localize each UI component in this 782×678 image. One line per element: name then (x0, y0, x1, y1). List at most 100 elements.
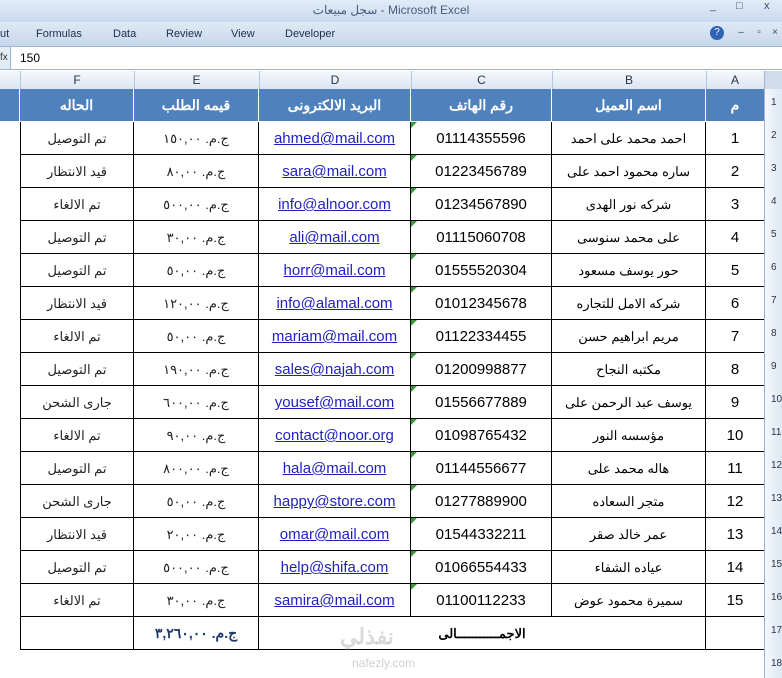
email-link[interactable]: sara@mail.com (259, 155, 411, 188)
value-cell[interactable]: ج.م. ٨٠٠,٠٠ (134, 452, 259, 485)
num-cell[interactable]: 15 (706, 584, 764, 617)
num-cell[interactable]: 5 (706, 254, 764, 287)
value-cell[interactable]: ج.م. ٥٠٠,٠٠ (134, 551, 259, 584)
fx-icon[interactable]: fx (0, 47, 11, 69)
column-header-f[interactable]: F (20, 71, 135, 89)
error-indicator-icon[interactable] (411, 485, 417, 491)
name-cell[interactable]: مريم ابراهيم حسن (552, 320, 706, 353)
ribbon-close-icon[interactable]: × (768, 26, 782, 40)
error-indicator-icon[interactable] (411, 419, 417, 425)
row-header[interactable]: 8 (771, 328, 782, 339)
row-header[interactable]: 18 (771, 658, 782, 669)
status-cell[interactable]: قيد الانتظار (20, 518, 134, 551)
value-cell[interactable]: ج.م. ٥٠٠,٠٠ (134, 188, 259, 221)
tab-layout[interactable]: ut (0, 28, 9, 40)
phone-cell[interactable]: 01277889900 (411, 485, 552, 518)
error-indicator-icon[interactable] (411, 386, 417, 392)
email-link-text[interactable]: sara@mail.com (282, 163, 386, 180)
status-cell[interactable]: تم التوصيل (20, 353, 134, 386)
column-header-e[interactable]: E (134, 71, 260, 89)
status-cell[interactable]: تم الالغاء (20, 419, 134, 452)
column-header-partial[interactable] (0, 71, 21, 89)
value-cell[interactable]: ج.م. ٣٠,٠٠ (134, 221, 259, 254)
num-cell[interactable]: 13 (706, 518, 764, 551)
error-indicator-icon[interactable] (411, 287, 417, 293)
phone-cell[interactable]: 01066554433 (411, 551, 552, 584)
email-link-text[interactable]: hala@mail.com (283, 460, 387, 477)
row-header[interactable]: 16 (771, 592, 782, 603)
row-header[interactable]: 5 (771, 229, 782, 240)
email-link-text[interactable]: info@alamal.com (276, 295, 392, 312)
name-cell[interactable]: احمد محمد على احمد (552, 122, 706, 155)
name-cell[interactable]: على محمد سنوسى (552, 221, 706, 254)
row-header[interactable]: 15 (771, 559, 782, 570)
email-link[interactable]: ali@mail.com (259, 221, 411, 254)
email-link[interactable]: info@alamal.com (259, 287, 411, 320)
status-cell[interactable]: تم الالغاء (20, 584, 134, 617)
row-header[interactable]: 14 (771, 526, 782, 537)
email-link-text[interactable]: happy@store.com (274, 493, 396, 510)
email-link-text[interactable]: ahmed@mail.com (274, 130, 395, 147)
num-cell[interactable]: 6 (706, 287, 764, 320)
total-blank-cell[interactable] (20, 617, 134, 650)
phone-cell[interactable]: 01100112233 (411, 584, 552, 617)
row-header[interactable]: 11 (771, 427, 782, 438)
num-cell[interactable]: 4 (706, 221, 764, 254)
status-cell[interactable]: قيد الانتظار (20, 155, 134, 188)
email-link[interactable]: ahmed@mail.com (259, 122, 411, 155)
email-link-text[interactable]: info@alnoor.com (278, 196, 391, 213)
email-link[interactable]: mariam@mail.com (259, 320, 411, 353)
status-cell[interactable]: تم التوصيل (20, 254, 134, 287)
error-indicator-icon[interactable] (411, 122, 417, 128)
status-cell[interactable]: تم الالغاء (20, 188, 134, 221)
status-cell[interactable]: جارى الشحن (20, 485, 134, 518)
name-cell[interactable]: هاله محمد على (552, 452, 706, 485)
row-header[interactable]: 10 (771, 394, 782, 405)
error-indicator-icon[interactable] (411, 221, 417, 227)
phone-cell[interactable]: 01555520304 (411, 254, 552, 287)
value-cell[interactable]: ج.م. ٨٠,٠٠ (134, 155, 259, 188)
num-cell[interactable]: 1 (706, 122, 764, 155)
email-link[interactable]: sales@najah.com (259, 353, 411, 386)
num-cell[interactable]: 9 (706, 386, 764, 419)
header-status[interactable]: الحاله (20, 89, 134, 121)
header-value[interactable]: قيمه الطلب (134, 89, 259, 121)
row-header[interactable]: 7 (771, 295, 782, 306)
column-header-b[interactable]: B (552, 71, 707, 89)
email-link[interactable]: info@alnoor.com (259, 188, 411, 221)
num-cell[interactable]: 3 (706, 188, 764, 221)
status-cell[interactable]: قيد الانتظار (20, 287, 134, 320)
num-cell[interactable]: 7 (706, 320, 764, 353)
phone-cell[interactable]: 01144556677 (411, 452, 552, 485)
value-cell[interactable]: ج.م. ١٩٠,٠٠ (134, 353, 259, 386)
name-cell[interactable]: عياده الشفاء (552, 551, 706, 584)
phone-cell[interactable]: 01012345678 (411, 287, 552, 320)
error-indicator-icon[interactable] (411, 551, 417, 557)
header-cell-blank[interactable] (0, 89, 20, 121)
row-header[interactable]: 12 (771, 460, 782, 471)
header-name[interactable]: اسم العميل (552, 89, 706, 121)
email-link[interactable]: samira@mail.com (259, 584, 411, 617)
column-header-c[interactable]: C (411, 71, 553, 89)
phone-cell[interactable]: 01122334455 (411, 320, 552, 353)
status-cell[interactable]: جارى الشحن (20, 386, 134, 419)
status-cell[interactable]: تم التوصيل (20, 221, 134, 254)
phone-cell[interactable]: 01114355596 (411, 122, 552, 155)
value-cell[interactable]: ج.م. ٥٠,٠٠ (134, 485, 259, 518)
error-indicator-icon[interactable] (411, 584, 417, 590)
value-cell[interactable]: ج.م. ٣٠,٠٠ (134, 584, 259, 617)
name-cell[interactable]: حور يوسف مسعود (552, 254, 706, 287)
name-cell[interactable]: شركه نور الهدى (552, 188, 706, 221)
phone-cell[interactable]: 01556677889 (411, 386, 552, 419)
email-link-text[interactable]: sales@najah.com (275, 361, 394, 378)
email-link-text[interactable]: mariam@mail.com (272, 328, 397, 345)
row-header[interactable]: 4 (771, 196, 782, 207)
name-cell[interactable]: مكتبه النجاح (552, 353, 706, 386)
status-cell[interactable]: تم الالغاء (20, 320, 134, 353)
row-header[interactable]: 9 (771, 361, 782, 372)
tab-view[interactable]: View (231, 28, 255, 40)
column-header-d[interactable]: D (259, 71, 412, 89)
error-indicator-icon[interactable] (411, 155, 417, 161)
email-link-text[interactable]: horr@mail.com (284, 262, 386, 279)
name-cell[interactable]: سميرة محمود عوض (552, 584, 706, 617)
